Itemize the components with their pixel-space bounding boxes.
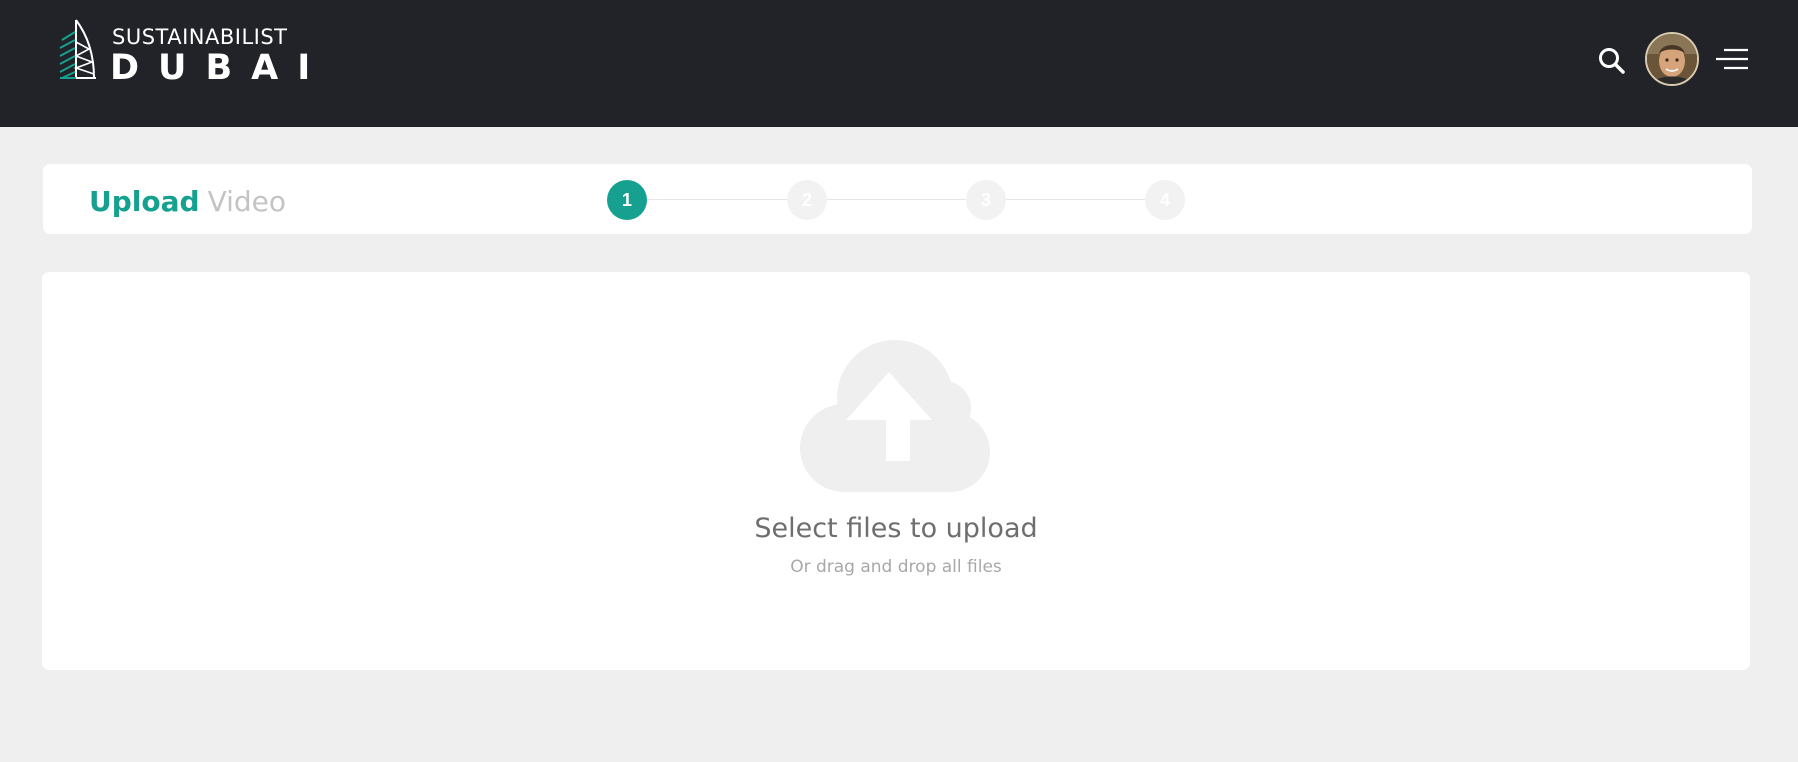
step-2[interactable]: 2 xyxy=(787,180,827,220)
step-1[interactable]: 1 xyxy=(607,180,647,220)
menu-button[interactable] xyxy=(1714,44,1750,76)
search-icon xyxy=(1599,48,1625,74)
steps-connector-line xyxy=(628,199,1172,200)
cloud-upload-icon xyxy=(800,340,990,492)
upload-steps-card: Upload Video 1 2 3 4 xyxy=(43,164,1752,234)
upload-subtitle: Or drag and drop all files xyxy=(790,557,1002,577)
step-4[interactable]: 4 xyxy=(1145,180,1185,220)
menu-icon xyxy=(1716,48,1748,70)
burj-al-arab-logo-icon xyxy=(59,19,96,79)
top-navbar: SUSTAINABILIST DUBAI xyxy=(0,0,1798,127)
avatar-icon xyxy=(1647,34,1697,84)
sustainabilist-dubai-logo[interactable]: SUSTAINABILIST DUBAI xyxy=(58,18,310,88)
page-title-strong: Upload xyxy=(89,185,200,218)
upload-title: Select files to upload xyxy=(754,513,1038,544)
file-dropzone[interactable]: Select files to upload Or drag and drop … xyxy=(42,272,1750,670)
page-title: Upload Video xyxy=(89,185,286,218)
step-3[interactable]: 3 xyxy=(966,180,1006,220)
logo-text-top: SUSTAINABILIST xyxy=(112,25,288,49)
user-avatar[interactable] xyxy=(1645,32,1699,86)
logo-text-bottom: DUBAI xyxy=(110,48,330,88)
search-button[interactable] xyxy=(1597,46,1627,76)
page-title-light: Video xyxy=(207,185,287,218)
